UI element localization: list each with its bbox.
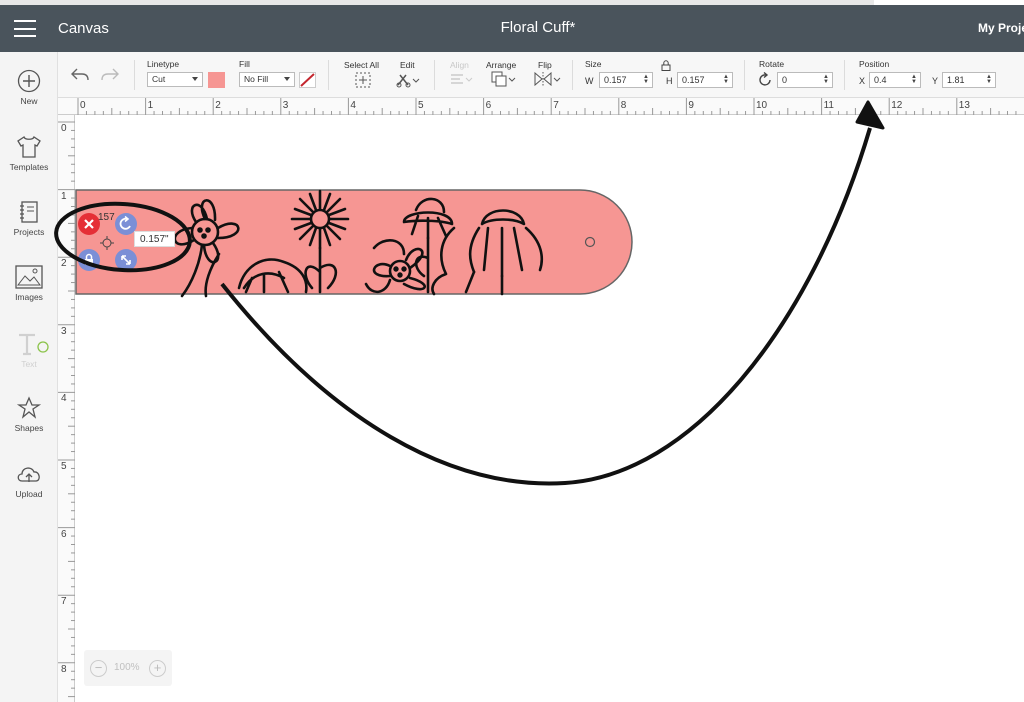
image-icon	[15, 265, 43, 289]
ruler-left-label: 8	[61, 663, 67, 675]
ruler-left-label: 6	[61, 528, 67, 540]
redo-icon[interactable]	[101, 67, 119, 81]
ruler-top-label: 5	[418, 100, 424, 111]
left-ruler: 0 1 2 3 4 5 6 7 8	[58, 115, 75, 702]
my-projects-link[interactable]: My Proje	[978, 21, 1024, 35]
linetype-value: Cut	[152, 74, 166, 84]
notebook-icon	[20, 201, 38, 223]
height-value: 0.157	[682, 75, 705, 85]
sidebar-item-new[interactable]: New	[0, 69, 58, 106]
sidebar-item-shapes[interactable]: Shapes	[0, 396, 58, 433]
sidebar-item-label: Projects	[13, 227, 45, 237]
ruler-left-label: 0	[61, 123, 67, 134]
ruler-left-label: 7	[61, 596, 67, 608]
ruler-top-label: 1	[147, 100, 154, 111]
rotate-value: 0	[782, 75, 788, 85]
sidebar-item-label: Images	[15, 292, 43, 302]
ruler-top-label: 7	[553, 100, 559, 111]
zoom-level: 100%	[114, 662, 140, 673]
edit-label: Edit	[400, 60, 415, 70]
rotate-icon[interactable]	[758, 72, 773, 87]
arrange-label: Arrange	[486, 60, 517, 70]
width-label: W	[585, 76, 594, 86]
plus-circle-icon	[17, 69, 41, 93]
flip-icon[interactable]	[533, 71, 561, 87]
ruler-top-label: 11	[823, 100, 834, 111]
position-y-value: 1.81	[947, 75, 965, 85]
ruler-top-label: 6	[485, 100, 492, 111]
resize-handle[interactable]	[114, 248, 138, 272]
ruler-top-label: 9	[688, 100, 694, 111]
lock-handle[interactable]	[77, 248, 101, 272]
align-icon[interactable]	[450, 72, 474, 86]
sidebar-item-images[interactable]: Images	[0, 265, 58, 302]
selected-circle-object[interactable]	[100, 236, 114, 250]
lock-icon[interactable]	[661, 60, 671, 71]
sidebar-item-label: Templates	[9, 162, 49, 172]
ruler-top-label: 12	[891, 100, 903, 111]
sidebar-item-projects[interactable]: Projects	[0, 200, 58, 237]
shapes-icon	[16, 396, 42, 419]
tshirt-icon	[17, 135, 41, 158]
ruler-left-label: 4	[61, 393, 67, 405]
top-ruler: 0 1 2 3 4 5 6 7 8 9 10 11 12 13	[58, 98, 1024, 115]
ruler-top-label: 0	[80, 100, 86, 111]
edit-tools-icon[interactable]	[396, 72, 420, 88]
text-icon	[19, 333, 49, 356]
width-input[interactable]: 0.157 ▲ ▼	[599, 72, 653, 88]
align-label: Align	[450, 60, 469, 70]
zoom-out-button[interactable]: −	[90, 660, 107, 677]
linetype-label: Linetype	[147, 59, 180, 69]
linetype-select[interactable]: Cut	[147, 72, 203, 87]
size-label: Size	[585, 59, 602, 69]
sidebar-item-text[interactable]: Text	[0, 332, 58, 369]
position-y-input[interactable]: 1.81 ▲ ▼	[942, 72, 996, 88]
position-label: Position	[859, 59, 890, 69]
select-all-label: Select All	[344, 60, 379, 70]
sidebar-item-label: Text	[21, 359, 37, 369]
size-tooltip: 0.157"	[134, 231, 175, 247]
ruler-top-label: 3	[282, 100, 289, 111]
position-x-value: 0.4	[874, 75, 887, 85]
height-label: H	[666, 76, 673, 86]
sidebar-item-label: New	[20, 96, 38, 106]
fill-label: Fill	[239, 59, 250, 69]
width-readout-partial: 157	[98, 212, 115, 223]
ruler-top-label: 13	[958, 100, 970, 111]
ruler-top-label: 8	[620, 100, 627, 111]
fill-select[interactable]: No Fill	[239, 72, 295, 87]
ruler-top-label: 10	[756, 100, 768, 111]
flip-label: Flip	[538, 60, 552, 70]
sidebar-item-label: Upload	[15, 489, 43, 499]
zoom-control: − 100% +	[84, 650, 172, 686]
edit-toolbar: Linetype Cut Fill No Fill Select All Edi…	[58, 52, 1024, 98]
linetype-color-swatch[interactable]	[208, 72, 225, 88]
ruler-top-label: 2	[215, 100, 221, 111]
arrange-icon[interactable]	[491, 71, 517, 87]
fill-value: No Fill	[244, 74, 269, 84]
project-title: Floral Cuff*	[500, 19, 576, 36]
cloud-upload-icon	[17, 467, 40, 482]
width-value: 0.157	[604, 75, 627, 85]
undo-icon[interactable]	[71, 67, 89, 81]
rotate-input[interactable]: 0 ▲ ▼	[777, 72, 833, 88]
position-x-label: X	[859, 76, 866, 86]
ruler-left-label: 5	[61, 461, 67, 472]
select-all-icon[interactable]	[355, 72, 371, 88]
zoom-in-button[interactable]: +	[149, 660, 166, 677]
sidebar-item-templates[interactable]: Templates	[0, 135, 58, 172]
sidebar-item-upload[interactable]: Upload	[0, 462, 58, 499]
left-sidebar: New Templates Projects Images Text Shape…	[0, 52, 58, 702]
rotate-label: Rotate	[759, 59, 785, 69]
app-header: Canvas Floral Cuff* My Proje	[0, 5, 1024, 52]
ruler-top-label: 4	[350, 100, 356, 111]
height-input[interactable]: 0.157 ▲ ▼	[677, 72, 733, 88]
ruler-left-label: 1	[61, 190, 67, 202]
ruler-left-label: 3	[61, 325, 67, 337]
no-fill-swatch-icon[interactable]	[299, 72, 316, 88]
ruler-left-label: 2	[61, 258, 67, 270]
position-y-label: Y	[932, 76, 939, 86]
sidebar-item-label: Shapes	[14, 423, 44, 433]
position-x-input[interactable]: 0.4 ▲ ▼	[869, 72, 921, 88]
